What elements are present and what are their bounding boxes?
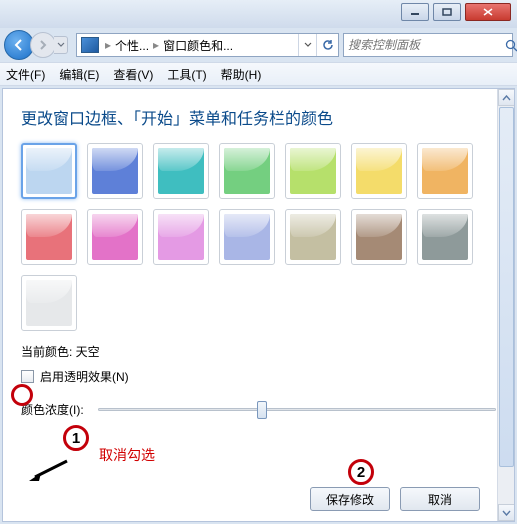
save-button[interactable]: 保存修改 (310, 487, 390, 511)
menu-tools[interactable]: 工具(T) (167, 66, 206, 83)
dialog-footer: 保存修改 取消 (310, 487, 480, 511)
menu-edit[interactable]: 编辑(E) (59, 66, 99, 83)
scroll-up-icon[interactable] (498, 89, 515, 106)
history-dropdown-icon[interactable] (54, 36, 68, 54)
color-swatch-sea[interactable] (153, 143, 209, 199)
slider-thumb[interactable] (257, 401, 267, 419)
intensity-row: 颜色浓度(I): (21, 399, 496, 419)
search-box[interactable] (343, 33, 513, 57)
color-swatch-sky[interactable] (21, 143, 77, 199)
search-icon[interactable] (505, 39, 517, 52)
color-swatch-grid (21, 143, 481, 331)
breadcrumb-separator: ▸ (151, 38, 161, 52)
breadcrumb-separator: ▸ (103, 38, 113, 52)
menu-file[interactable]: 文件(F) (6, 66, 45, 83)
annotation-badge-1: 1 (63, 425, 89, 451)
address-bar[interactable]: ▸ 个性... ▸ 窗口颜色和... (76, 33, 339, 57)
color-swatch-taupe[interactable] (285, 209, 341, 265)
menu-help[interactable]: 帮助(H) (221, 66, 262, 83)
intensity-slider[interactable] (98, 399, 496, 419)
breadcrumb-seg-1[interactable]: 个性... (113, 37, 151, 54)
navigation-bar: ▸ 个性... ▸ 窗口颜色和... (0, 28, 517, 62)
color-swatch-lavender[interactable] (219, 209, 275, 265)
color-swatch-lime[interactable] (285, 143, 341, 199)
color-swatch-pumpkin[interactable] (417, 143, 473, 199)
intensity-label: 颜色浓度(I): (21, 401, 84, 418)
transparency-label: 启用透明效果(N) (40, 368, 129, 385)
breadcrumb-seg-2[interactable]: 窗口颜色和... (161, 37, 235, 54)
scrollbar-thumb[interactable] (499, 107, 514, 467)
menu-view[interactable]: 查看(V) (113, 66, 153, 83)
minimize-button[interactable] (401, 3, 429, 21)
close-button[interactable] (465, 3, 511, 21)
window-titlebar (0, 0, 517, 28)
content-pane: 更改窗口边框、「开始」菜单和任务栏的颜色 当前颜色: 天空 启用透明效果(N) … (2, 88, 515, 522)
color-swatch-leaf[interactable] (219, 143, 275, 199)
vertical-scrollbar[interactable] (497, 89, 514, 521)
menu-bar: 文件(F) 编辑(E) 查看(V) 工具(T) 帮助(H) (0, 62, 517, 86)
color-swatch-ruby[interactable] (21, 209, 77, 265)
color-swatch-sun[interactable] (351, 143, 407, 199)
color-swatch-chocolate[interactable] (351, 209, 407, 265)
color-swatch-frost[interactable] (21, 275, 77, 331)
color-swatch-twilight[interactable] (87, 143, 143, 199)
annotation-badge-2: 2 (348, 459, 374, 485)
slider-track (98, 408, 496, 411)
scroll-down-icon[interactable] (498, 504, 515, 521)
maximize-button[interactable] (433, 3, 461, 21)
current-color-label: 当前颜色: 天空 (21, 343, 496, 360)
color-swatch-slate[interactable] (417, 209, 473, 265)
cancel-button[interactable]: 取消 (400, 487, 480, 511)
annotation-checkbox-highlight (11, 384, 33, 406)
control-panel-icon (81, 37, 99, 53)
search-input[interactable] (344, 38, 505, 52)
color-swatch-violet[interactable] (153, 209, 209, 265)
forward-button[interactable] (30, 32, 56, 58)
annotation-text: 取消勾选 (99, 445, 155, 465)
refresh-icon[interactable] (316, 34, 338, 56)
transparency-checkbox[interactable] (21, 370, 34, 383)
annotation-arrow-icon (27, 459, 69, 483)
address-dropdown-icon[interactable] (298, 34, 316, 56)
transparency-row: 启用透明效果(N) (21, 368, 496, 385)
color-swatch-fuchsia[interactable] (87, 209, 143, 265)
page-title: 更改窗口边框、「开始」菜单和任务栏的颜色 (21, 105, 496, 129)
